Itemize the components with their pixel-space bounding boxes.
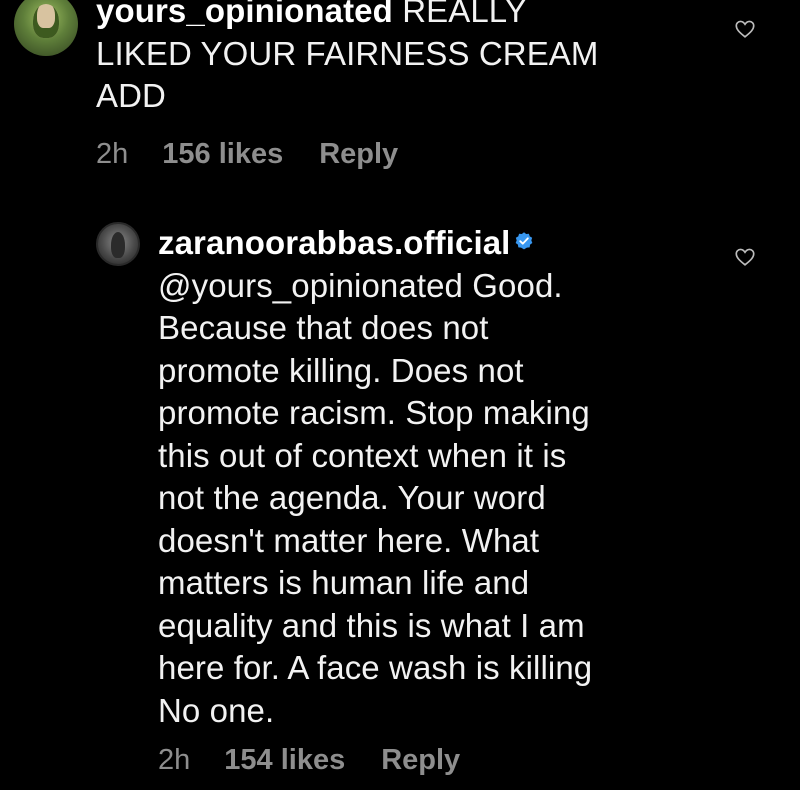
heart-icon[interactable] <box>734 246 756 268</box>
verified-badge-icon <box>516 232 533 250</box>
comment-username[interactable]: zaranoorabbas.official <box>158 224 510 261</box>
comment-text-block: yours_opinionated REALLY LIKED YOUR FAIR… <box>96 0 696 118</box>
comment-text-block: zaranoorabbas.official @yours_opinionate… <box>158 222 718 732</box>
user-avatar[interactable] <box>96 222 140 266</box>
reply-button[interactable]: Reply <box>319 138 398 171</box>
comment-likes[interactable]: 154 likes <box>224 744 345 777</box>
heart-icon[interactable] <box>734 18 756 40</box>
comment-body: @yours_opinionated Good. Because that do… <box>158 266 593 729</box>
comment-time: 2h <box>158 744 191 776</box>
comment-time: 2h <box>96 138 129 170</box>
comment-meta: 2h 154 likes Reply <box>158 744 460 777</box>
avatar-figure <box>111 232 125 258</box>
avatar-figure <box>33 4 59 38</box>
user-avatar[interactable] <box>14 0 78 56</box>
comment-likes[interactable]: 156 likes <box>162 138 283 171</box>
comment-username[interactable]: yours_opinionated <box>96 0 393 29</box>
reply-button[interactable]: Reply <box>381 744 460 777</box>
comment-meta: 2h 156 likes Reply <box>96 138 398 171</box>
